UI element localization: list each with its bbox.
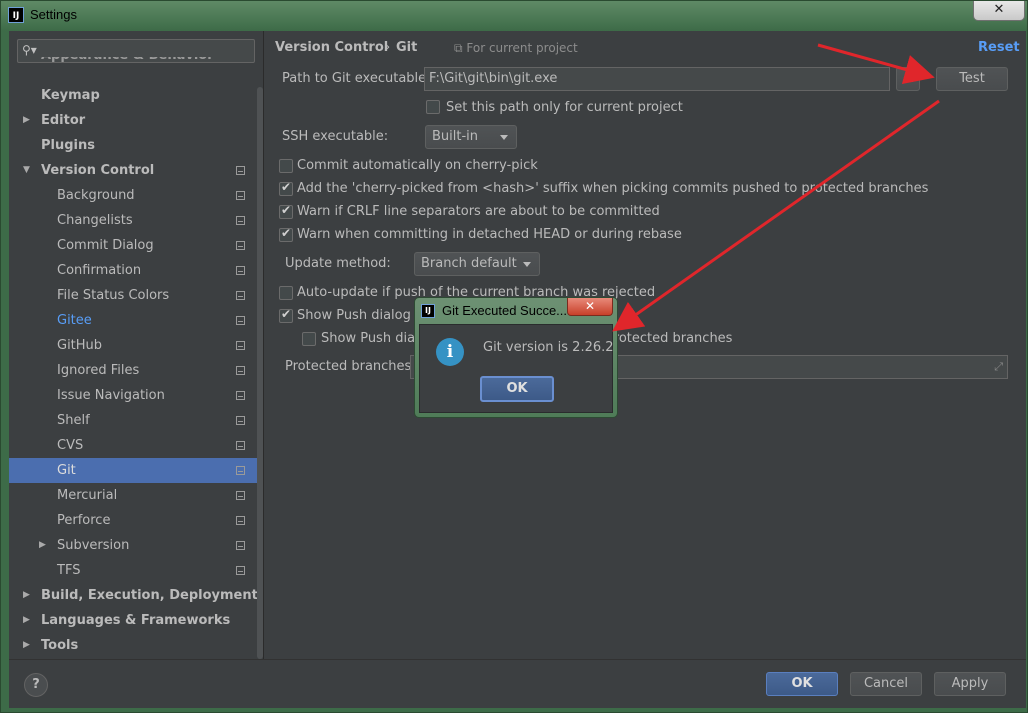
sidebar-item-file-status-colors[interactable]: File Status Colors	[9, 283, 263, 308]
dialog-ok-button[interactable]: OK	[480, 376, 554, 402]
git-executed-dialog: IJ Git Executed Succe... ✕ i Git version…	[414, 297, 618, 418]
project-scope-icon	[236, 441, 245, 450]
scope-indicator: ⧉ For current project	[454, 41, 578, 55]
sidebar-item-keymap[interactable]: Keymap	[9, 83, 263, 108]
sidebar-item-languages-frameworks[interactable]: ▶ Languages & Frameworks	[9, 608, 263, 633]
collapse-arrow-icon[interactable]: ▼	[23, 158, 30, 183]
cancel-button[interactable]: Cancel	[850, 672, 922, 696]
ssh-executable-select[interactable]: Built-in	[425, 125, 517, 149]
commit-cherry-pick-label: Commit automatically on cherry-pick	[297, 158, 538, 173]
dialog-close-button[interactable]: ✕	[567, 298, 613, 316]
ssh-label: SSH executable:	[282, 129, 389, 144]
cherry-suffix-checkbox[interactable]	[279, 180, 293, 196]
expand-field-icon[interactable]: ⤢	[994, 356, 1003, 378]
commit-cherry-pick-checkbox[interactable]	[279, 159, 293, 173]
update-method-select[interactable]: Branch default	[414, 252, 540, 276]
git-settings-panel: Version Control › Git ⧉ For current proj…	[264, 31, 1026, 659]
project-scope-icon	[236, 191, 245, 200]
project-scope-icon	[236, 266, 245, 275]
breadcrumb-parent[interactable]: Version Control	[275, 40, 388, 55]
show-push-protected-checkbox[interactable]	[302, 332, 316, 346]
test-button[interactable]: Test	[936, 67, 1008, 91]
current-project-only-checkbox[interactable]	[426, 100, 440, 114]
sidebar-item-background[interactable]: Background	[9, 183, 263, 208]
sidebar-item-editor[interactable]: ▶ Editor	[9, 108, 263, 133]
project-scope-icon: ⧉	[454, 41, 467, 55]
project-scope-icon	[236, 516, 245, 525]
sidebar-item-confirmation[interactable]: Confirmation	[9, 258, 263, 283]
sidebar-item-tfs[interactable]: TFS	[9, 558, 263, 583]
sidebar-item-perforce[interactable]: Perforce	[9, 508, 263, 533]
project-scope-icon	[236, 241, 245, 250]
title-bar: IJ Settings ✕	[1, 1, 1027, 31]
chevron-down-icon	[500, 135, 508, 140]
expand-arrow-icon[interactable]: ▶	[23, 633, 30, 658]
current-project-only-label: Set this path only for current project	[446, 100, 683, 115]
show-push-checkbox[interactable]	[279, 307, 293, 323]
sidebar-item-issue-navigation[interactable]: Issue Navigation	[9, 383, 263, 408]
sidebar-item-github[interactable]: GitHub	[9, 333, 263, 358]
sidebar-item-appearance[interactable]: Appearance & Behavior	[9, 57, 263, 71]
sidebar-item-git[interactable]: Git	[9, 458, 263, 483]
sidebar-item-gitee[interactable]: Gitee	[9, 308, 263, 333]
reset-link[interactable]: Reset	[978, 40, 1020, 55]
protected-branches-label: Protected branches:	[285, 359, 416, 374]
project-scope-icon	[236, 166, 245, 175]
sidebar-item-tools[interactable]: ▶ Tools	[9, 633, 263, 658]
expand-arrow-icon[interactable]: ▶	[23, 608, 30, 633]
expand-arrow-icon[interactable]: ▶	[23, 108, 30, 133]
project-scope-icon	[236, 466, 245, 475]
intellij-logo-icon: IJ	[421, 304, 435, 318]
search-icon: ⚲▾	[22, 43, 37, 57]
expand-arrow-icon[interactable]: ▶	[23, 583, 30, 608]
git-path-input[interactable]: F:\Git\git\bin\git.exe	[424, 67, 890, 91]
project-scope-icon	[236, 291, 245, 300]
git-path-label: Path to Git executable:	[282, 71, 431, 86]
project-scope-icon	[236, 366, 245, 375]
settings-footer: ? OK Cancel Apply	[9, 659, 1026, 708]
sidebar-item-shelf[interactable]: Shelf	[9, 408, 263, 433]
sidebar-item-subversion[interactable]: ▶ Subversion	[9, 533, 263, 558]
project-scope-icon	[236, 216, 245, 225]
update-method-label: Update method:	[285, 256, 391, 271]
settings-window: IJ Settings ✕ ⚲▾ Appearance & Behavior K…	[0, 0, 1028, 713]
project-scope-icon	[236, 341, 245, 350]
project-scope-icon	[236, 391, 245, 400]
project-scope-icon	[236, 416, 245, 425]
help-button[interactable]: ?	[24, 673, 48, 697]
project-scope-icon	[236, 566, 245, 575]
apply-button[interactable]: Apply	[934, 672, 1006, 696]
browse-button[interactable]: ...	[896, 67, 920, 91]
cherry-suffix-label: Add the 'cherry-picked from <hash>' suff…	[297, 181, 929, 196]
breadcrumb-separator: ›	[385, 40, 391, 55]
expand-arrow-icon[interactable]: ▶	[39, 533, 46, 558]
auto-update-checkbox[interactable]	[279, 286, 293, 300]
settings-sidebar: ⚲▾ Appearance & Behavior Keymap ▶ Editor…	[9, 31, 263, 659]
sidebar-item-version-control[interactable]: ▼ Version Control	[9, 158, 263, 183]
ok-button[interactable]: OK	[766, 672, 838, 696]
window-title: Settings	[30, 7, 77, 22]
breadcrumb-current: Git	[396, 40, 418, 55]
sidebar-item-cvs[interactable]: CVS	[9, 433, 263, 458]
warn-detached-checkbox[interactable]	[279, 226, 293, 242]
sidebar-item-plugins[interactable]: Plugins	[9, 133, 263, 158]
sidebar-item-changelists[interactable]: Changelists	[9, 208, 263, 233]
warn-crlf-checkbox[interactable]	[279, 203, 293, 219]
intellij-logo-icon: IJ	[8, 7, 24, 23]
sidebar-item-ignored-files[interactable]: Ignored Files	[9, 358, 263, 383]
sidebar-item-commit-dialog[interactable]: Commit Dialog	[9, 233, 263, 258]
warn-detached-label: Warn when committing in detached HEAD or…	[297, 227, 682, 242]
sidebar-item-build-execution-deployment[interactable]: ▶ Build, Execution, Deployment	[9, 583, 263, 608]
warn-crlf-label: Warn if CRLF line separators are about t…	[297, 204, 660, 219]
window-close-button[interactable]: ✕	[973, 1, 1025, 21]
dialog-title: Git Executed Succe...	[442, 303, 568, 318]
project-scope-icon	[236, 541, 245, 550]
project-scope-icon	[236, 491, 245, 500]
chevron-down-icon	[523, 262, 531, 267]
project-scope-icon	[236, 316, 245, 325]
dialog-body: i Git version is 2.26.2 OK	[419, 324, 614, 413]
sidebar-item-mercurial[interactable]: Mercurial	[9, 483, 263, 508]
dialog-message: Git version is 2.26.2	[483, 340, 614, 355]
info-icon: i	[436, 338, 464, 366]
